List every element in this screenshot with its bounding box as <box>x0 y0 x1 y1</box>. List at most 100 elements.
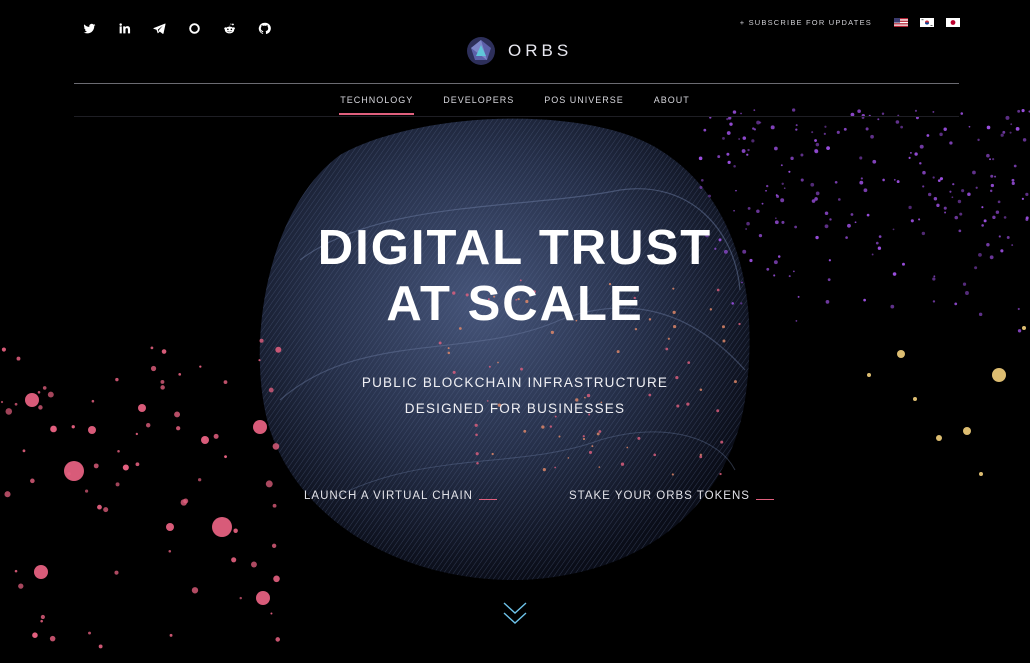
hero-title: DIGITAL TRUST AT SCALE <box>0 220 1030 332</box>
particle <box>93 463 99 469</box>
particle <box>932 110 935 113</box>
particle <box>910 151 912 154</box>
header-utilities: + SUBSCRIBE FOR UPDATES <box>740 18 960 27</box>
nav-item-technology[interactable]: TECHNOLOGY <box>339 94 415 115</box>
particle <box>944 211 947 214</box>
particle <box>32 632 38 638</box>
particle <box>698 156 703 161</box>
particle <box>738 138 741 140</box>
orbs-logo[interactable]: ORBS <box>466 36 572 66</box>
particle <box>272 503 277 508</box>
particle <box>708 194 712 198</box>
particle <box>1025 192 1029 196</box>
stake-orbs-tokens-label: STAKE YOUR ORBS TOKENS <box>569 490 750 502</box>
particle <box>273 575 280 583</box>
particle <box>213 433 219 439</box>
particle <box>558 435 561 438</box>
nav-item-developers[interactable]: DEVELOPERS <box>443 94 514 105</box>
particle <box>952 183 955 186</box>
particle <box>742 136 747 140</box>
particle <box>40 619 43 623</box>
particle <box>114 570 119 575</box>
particle <box>166 523 174 531</box>
stake-orbs-tokens-link[interactable]: STAKE YOUR ORBS TOKENS <box>569 490 774 502</box>
particle <box>795 128 798 131</box>
logo-text: ORBS <box>508 41 573 60</box>
particle <box>719 472 722 476</box>
particle <box>943 127 947 131</box>
particle <box>939 177 944 181</box>
particle <box>523 429 527 433</box>
particle <box>233 528 238 533</box>
reddit-icon[interactable] <box>212 20 247 36</box>
particle <box>1017 109 1021 113</box>
particle <box>765 189 767 192</box>
particle <box>726 131 731 135</box>
particle <box>4 491 11 498</box>
particle <box>161 349 167 354</box>
particle <box>989 189 993 193</box>
particle <box>567 457 570 459</box>
particle <box>954 215 959 220</box>
particle <box>626 446 629 449</box>
particle <box>989 158 991 161</box>
particle <box>986 153 990 158</box>
particle <box>936 203 940 208</box>
particle <box>497 361 499 364</box>
particle <box>18 583 24 589</box>
particle <box>168 549 172 553</box>
kr-flag-icon[interactable] <box>920 18 934 27</box>
nav-item-pos-universe[interactable]: POS UNIVERSE <box>544 94 624 105</box>
particle <box>1013 164 1017 168</box>
particle <box>836 130 840 134</box>
particle <box>88 631 92 635</box>
us-flag-icon[interactable] <box>894 18 908 27</box>
particle <box>850 213 854 216</box>
linkedin-icon[interactable] <box>107 20 142 36</box>
particle <box>824 125 827 128</box>
particle <box>824 211 829 215</box>
particle <box>667 337 670 340</box>
particle <box>926 134 930 137</box>
circle-icon[interactable] <box>177 20 212 36</box>
particle <box>699 186 703 189</box>
particle <box>733 164 736 168</box>
particle <box>997 200 1001 204</box>
particle <box>994 175 997 178</box>
particle <box>814 139 817 142</box>
particle <box>620 462 625 466</box>
particle <box>34 565 48 579</box>
hero-subtitle-line-2: DESIGNED FOR BUSINESSES <box>404 401 626 416</box>
particle <box>951 196 954 199</box>
particle <box>475 433 478 437</box>
particle <box>135 462 140 467</box>
particle <box>1010 123 1013 126</box>
particle <box>837 198 841 201</box>
jp-flag-icon[interactable] <box>946 18 960 27</box>
nav-divider <box>74 116 959 117</box>
particle <box>770 125 775 130</box>
nav-item-about[interactable]: ABOUT <box>654 94 690 105</box>
particle <box>637 436 641 440</box>
particle <box>775 194 778 197</box>
particle <box>582 435 585 438</box>
scroll-down-icon[interactable] <box>502 600 528 628</box>
particle <box>774 217 777 220</box>
particle <box>447 351 451 355</box>
twitter-icon[interactable] <box>72 20 107 36</box>
particle <box>881 112 885 115</box>
particle <box>992 215 996 220</box>
particle <box>943 206 947 210</box>
particle <box>727 160 731 164</box>
orbs-logo-icon <box>467 37 495 65</box>
subscribe-link[interactable]: + SUBSCRIBE FOR UPDATES <box>740 18 872 27</box>
particle <box>977 138 980 142</box>
particle <box>949 141 953 145</box>
particle <box>726 117 729 121</box>
launch-virtual-chain-link[interactable]: LAUNCH A VIRTUAL CHAIN <box>304 490 497 502</box>
telegram-icon[interactable] <box>142 20 177 36</box>
particle <box>1011 178 1015 182</box>
particle <box>968 125 971 128</box>
github-icon[interactable] <box>247 20 282 36</box>
particle <box>117 449 120 453</box>
